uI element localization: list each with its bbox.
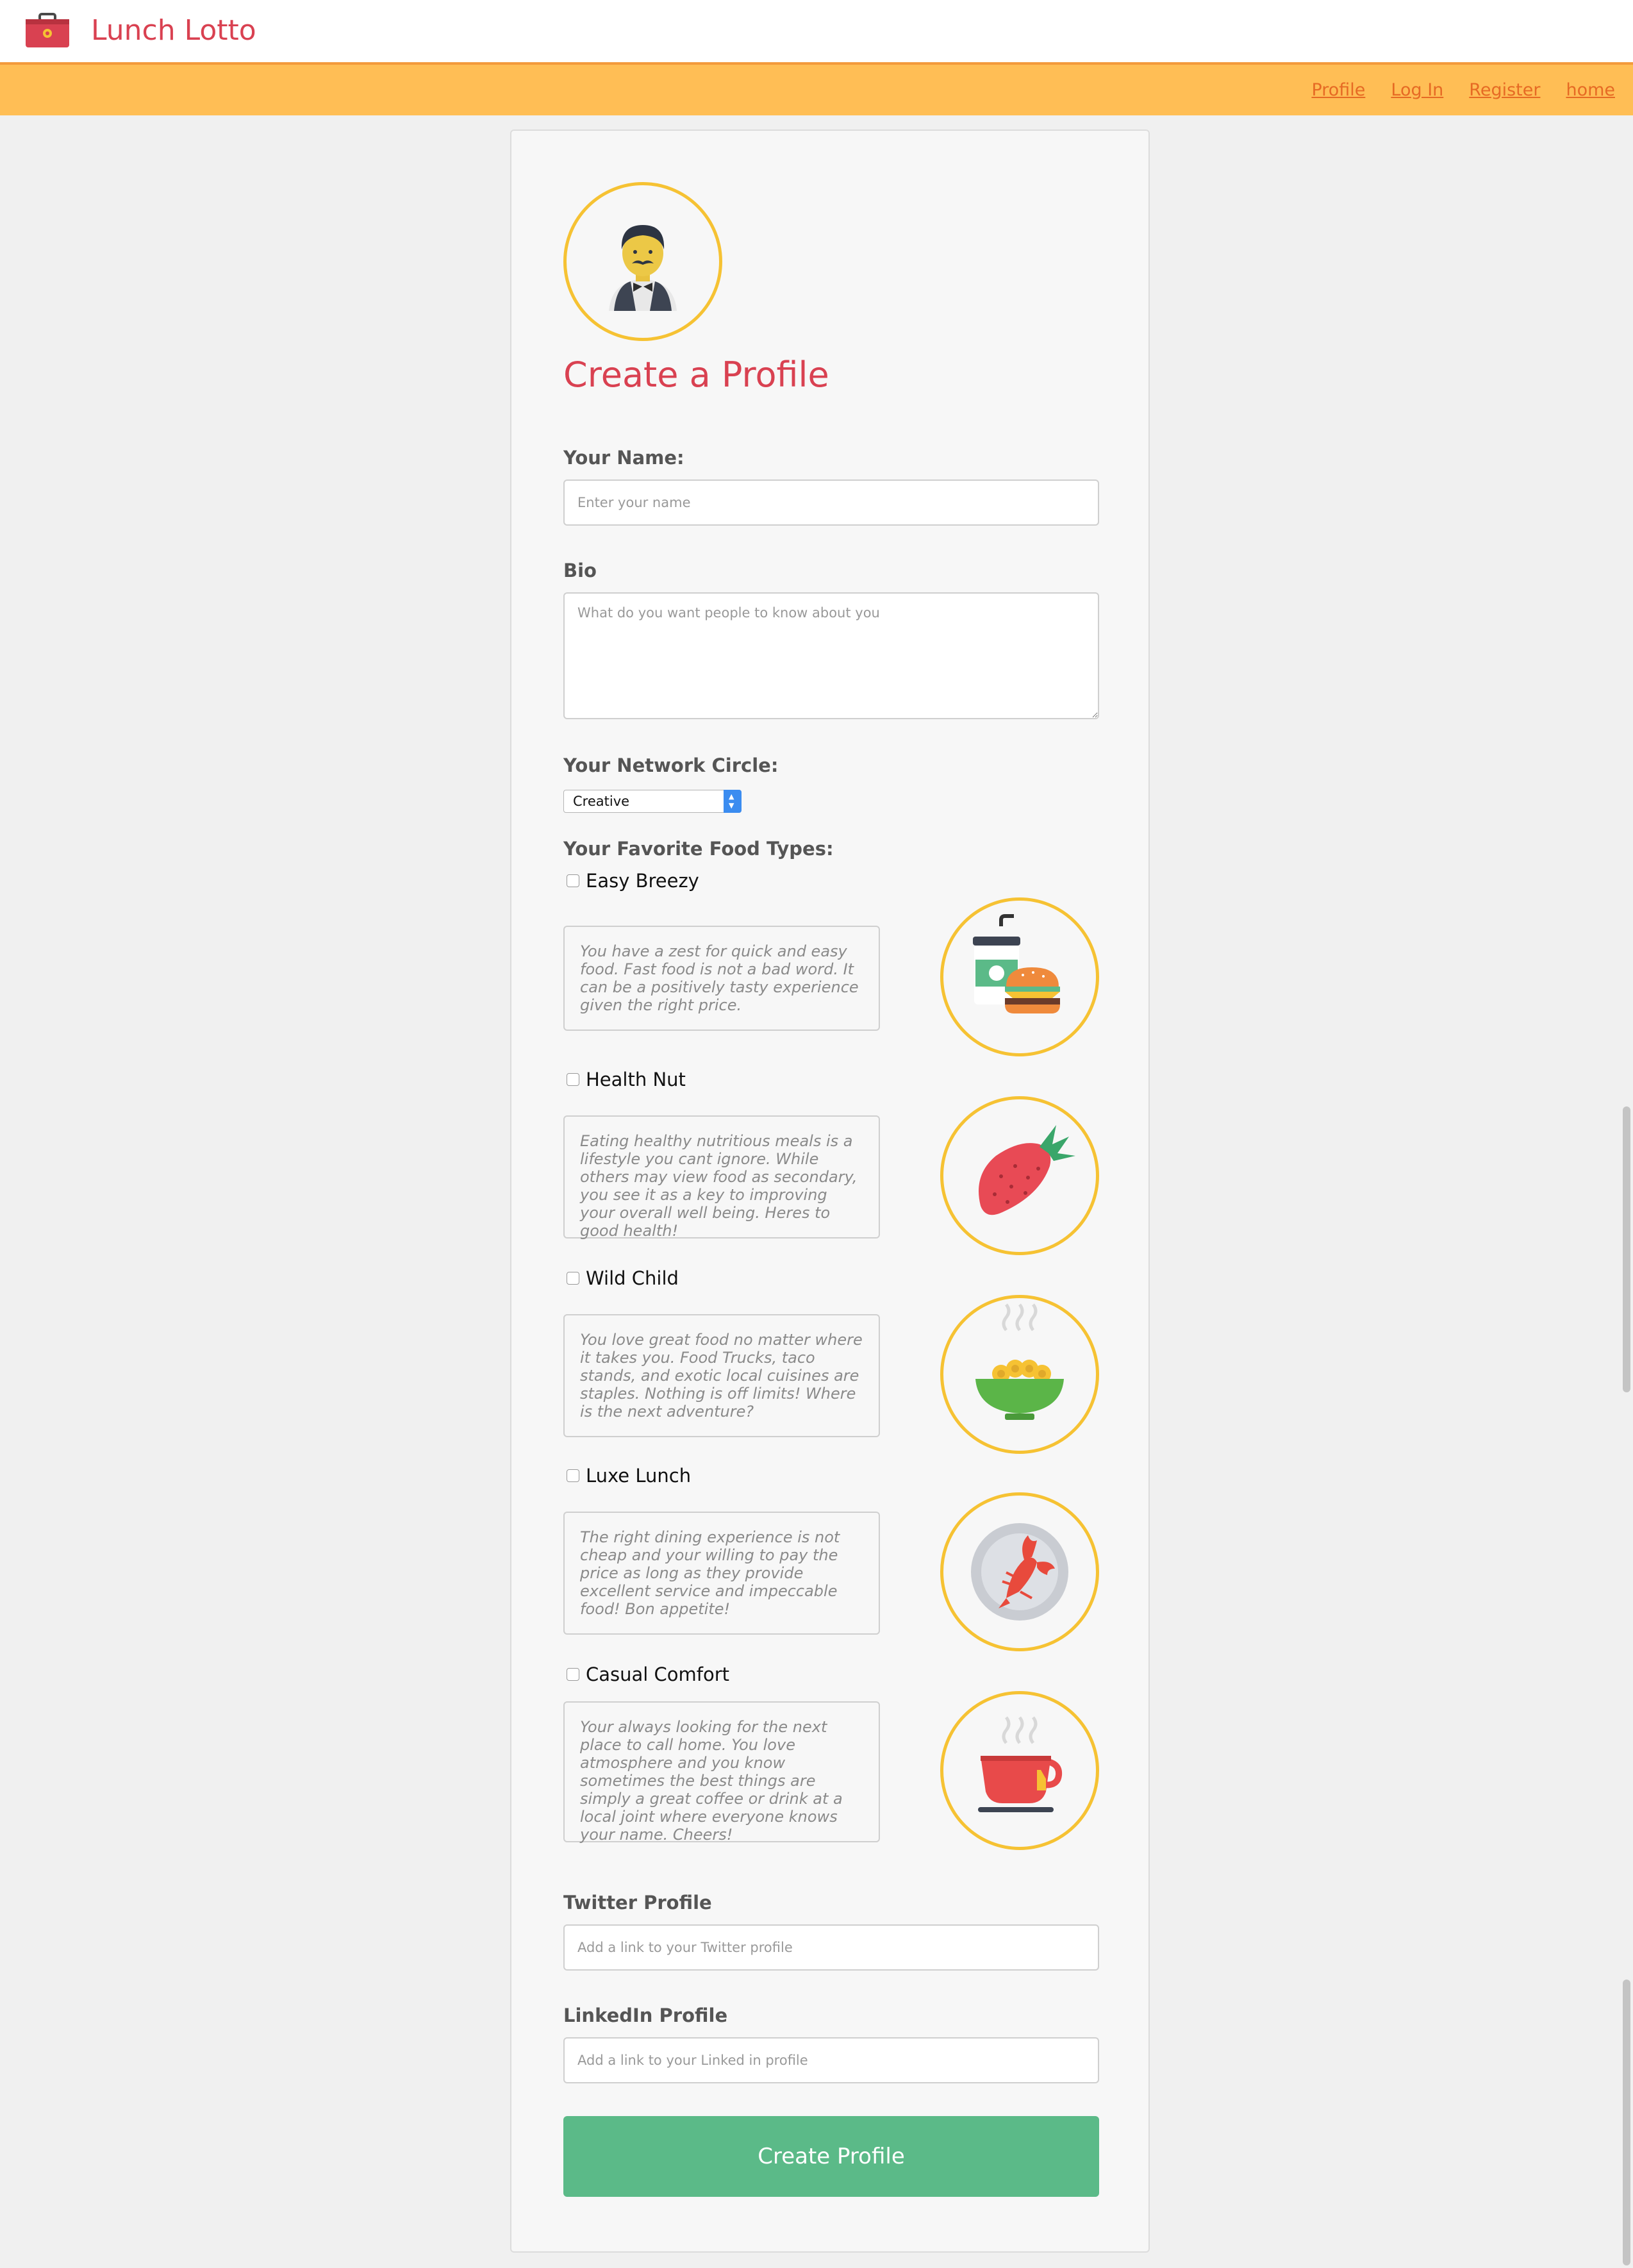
network-selected-value: Creative [573, 794, 630, 809]
food-option-label: Health Nut [586, 1069, 686, 1090]
nav-link-home[interactable]: home [1566, 79, 1615, 102]
food-option-label: Luxe Lunch [586, 1465, 692, 1487]
name-label: Your Name: [563, 447, 684, 469]
avatar [563, 182, 722, 341]
twitter-label: Twitter Profile [563, 1892, 712, 1914]
nav-link-login[interactable]: Log In [1391, 79, 1443, 102]
food-icon-circle [940, 1691, 1099, 1850]
lobster-plate-icon [971, 1523, 1068, 1621]
nav-links: Profile Log In Register home [1286, 79, 1615, 102]
chevron-updown-icon: ▲ ▼ [724, 790, 742, 813]
food-icon-circle [940, 1096, 1099, 1255]
easy-breezy-checkbox[interactable] [567, 874, 579, 887]
health-nut-checkbox[interactable] [567, 1073, 579, 1086]
page-title: Create a Profile [563, 354, 829, 395]
food-icon-circle [940, 1295, 1099, 1454]
food-description: Eating healthy nutritious meals is a lif… [563, 1115, 880, 1240]
food-description: You love great food no matter where it t… [563, 1314, 880, 1437]
app-title: Lunch Lotto [91, 14, 256, 47]
luxe-lunch-checkbox[interactable] [567, 1469, 579, 1482]
scrollbar-thumb[interactable] [1623, 1980, 1630, 2265]
food-description: You have a zest for quick and easy food.… [563, 926, 880, 1031]
brand[interactable]: Lunch Lotto [24, 12, 256, 50]
network-label: Your Network Circle: [563, 755, 779, 776]
scrollbar-thumb[interactable] [1623, 1106, 1630, 1392]
food-icon-circle [940, 1492, 1099, 1651]
network-select[interactable]: Creative ▲ ▼ [563, 790, 742, 813]
food-types-label: Your Favorite Food Types: [563, 838, 834, 860]
casual-comfort-checkbox[interactable] [567, 1668, 579, 1681]
linkedin-label: LinkedIn Profile [563, 2005, 728, 2026]
create-profile-button[interactable]: Create Profile [563, 2116, 1099, 2197]
food-option-label: Wild Child [586, 1267, 679, 1289]
coffee-cup-icon [978, 1716, 1063, 1812]
strawberry-icon [979, 1125, 1075, 1215]
food-option-wild-child[interactable]: Wild Child [567, 1267, 679, 1290]
food-option-label: Easy Breezy [586, 870, 699, 892]
name-input[interactable] [563, 479, 1099, 526]
top-header: Lunch Lotto [0, 0, 1633, 65]
food-description: The right dining experience is not cheap… [563, 1512, 880, 1635]
wild-child-checkbox[interactable] [567, 1272, 579, 1285]
food-option-luxe-lunch[interactable]: Luxe Lunch [567, 1464, 691, 1487]
waiter-icon [609, 225, 677, 311]
create-profile-card: Create a Profile Your Name: Bio Your Net… [510, 129, 1150, 2253]
twitter-input[interactable] [563, 1924, 1099, 1971]
nav-link-profile[interactable]: Profile [1311, 79, 1365, 102]
nav-bar: Profile Log In Register home [0, 65, 1633, 115]
nav-link-register[interactable]: Register [1469, 79, 1540, 102]
linkedin-input[interactable] [563, 2037, 1099, 2083]
bio-label: Bio [563, 560, 597, 581]
food-description: Your always looking for the next place t… [563, 1701, 880, 1844]
food-option-casual-comfort[interactable]: Casual Comfort [567, 1663, 729, 1686]
food-icon-circle [940, 897, 1099, 1056]
bio-textarea[interactable] [563, 592, 1099, 719]
food-option-easy-breezy[interactable]: Easy Breezy [567, 869, 699, 892]
lunchbox-icon [26, 13, 69, 47]
food-option-label: Casual Comfort [586, 1663, 730, 1685]
burger-drink-icon [973, 914, 1060, 1013]
food-option-health-nut[interactable]: Health Nut [567, 1068, 686, 1091]
noodle-bowl-icon [975, 1303, 1064, 1420]
